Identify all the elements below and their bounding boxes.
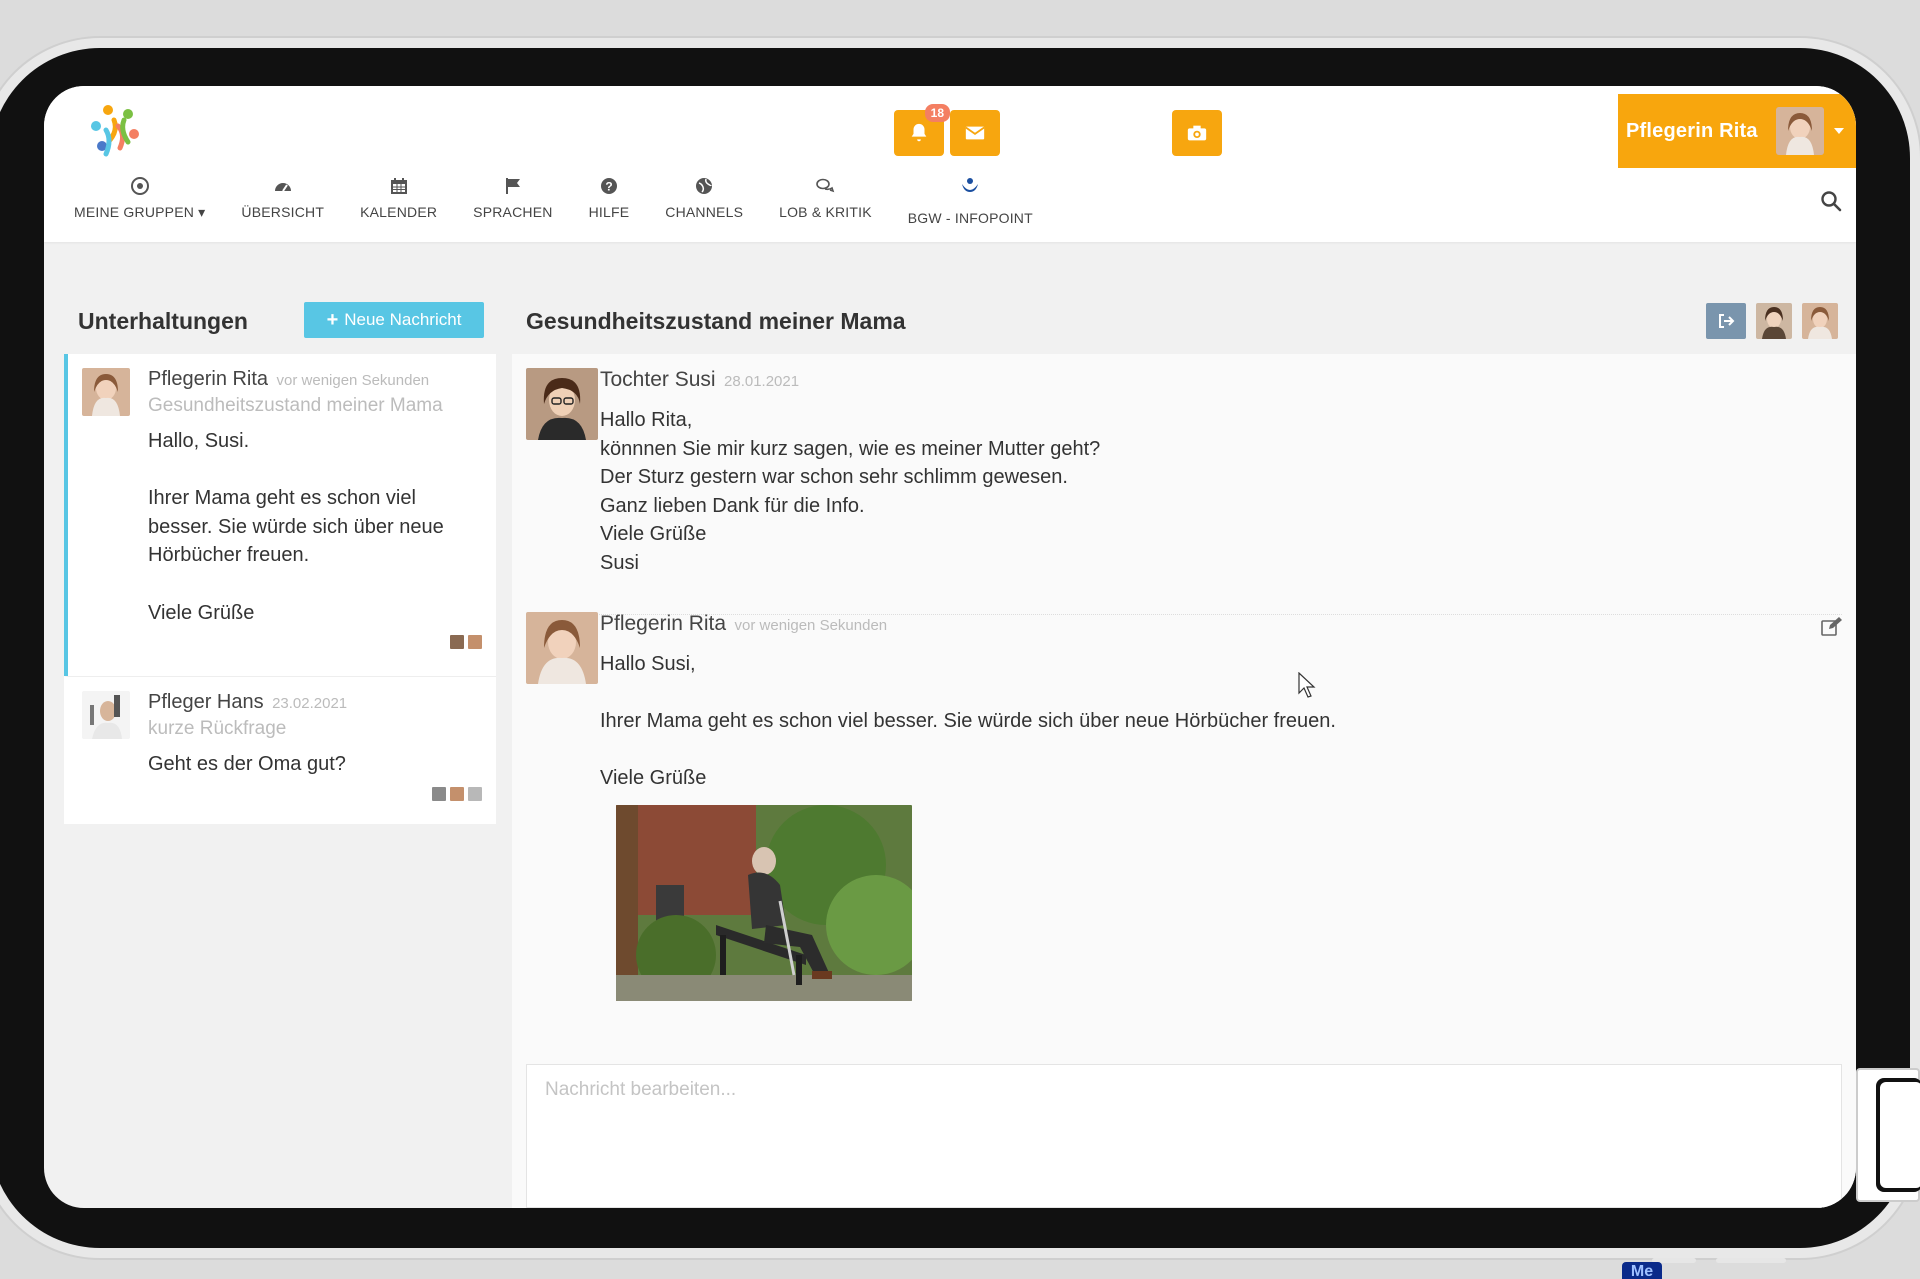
- target-icon: [130, 177, 149, 195]
- message-author: Pflegerin Rita: [600, 612, 727, 635]
- participant-avatar[interactable]: [1802, 303, 1838, 339]
- conversation-time: vor wenigen Sekunden: [276, 372, 430, 389]
- avatar: [82, 691, 130, 739]
- message-author: Tochter Susi: [600, 368, 716, 391]
- conversation-preview: Geht es der Oma gut?: [148, 753, 346, 775]
- leave-conversation-button[interactable]: [1706, 303, 1746, 339]
- sign-out-icon: [1719, 314, 1735, 328]
- conversation-item[interactable]: Pfleger Hans 23.02.2021 kurze Rückfrage …: [64, 676, 496, 824]
- nav-label: CHANNELS: [665, 204, 744, 220]
- question-icon: ?: [600, 178, 617, 194]
- nav-label: ÜBERSICHT: [241, 204, 325, 220]
- conversation-item[interactable]: Pflegerin Rita vor wenigen Sekunden Gesu…: [64, 354, 496, 676]
- app-logo[interactable]: [84, 100, 146, 162]
- nav-label: MEINE GRUPPEN ▾: [74, 204, 206, 220]
- globe-icon: [696, 178, 713, 194]
- compose-box[interactable]: [526, 1064, 1842, 1208]
- conversation-preview: Hallo, Susi. Ihrer Mama geht es schon vi…: [148, 430, 444, 624]
- new-message-label: Neue Nachricht: [344, 310, 462, 329]
- chat-bubbles-icon: [816, 178, 835, 193]
- nav-item-lob-kritik[interactable]: LOB & KRITIK: [779, 176, 872, 236]
- nav-label: LOB & KRITIK: [779, 204, 872, 220]
- nav-label: BGW - INFOPOINT: [907, 210, 1033, 226]
- user-menu[interactable]: Pflegerin Rita: [1618, 94, 1856, 168]
- avatar: [526, 612, 598, 684]
- participant-avatar: [468, 786, 482, 801]
- nav-item-bgw-infopoint[interactable]: BGW - INFOPOINT: [908, 176, 1033, 236]
- message-body: Hallo Rita, könnnen Sie mir kurz sagen, …: [600, 409, 1101, 574]
- message: Tochter Susi 28.01.2021 Hallo Rita, könn…: [512, 368, 1856, 578]
- screen-preview-thumbnail[interactable]: [1856, 1068, 1920, 1202]
- chat-panel: Gesundheitszustand meiner Mama Tochter S…: [512, 288, 1856, 1208]
- participant-avatar: [450, 635, 464, 650]
- nav-item-sprachen[interactable]: SPRACHEN: [473, 176, 552, 236]
- message: Pflegerin Rita vor wenigen Sekunden Hall…: [512, 612, 1856, 793]
- conversation-time: 23.02.2021: [272, 695, 348, 712]
- message-time: vor wenigen Sekunden: [734, 617, 888, 634]
- envelope-icon: [965, 126, 985, 140]
- nav-item-kalender[interactable]: KALENDER: [360, 176, 437, 236]
- conversations-title: Unterhaltungen: [78, 307, 248, 334]
- plus-icon: +: [326, 308, 339, 331]
- participant-avatar: [432, 786, 446, 801]
- top-header: 18 Pflegerin Rita MEINE GRUPPEN ▾ ÜBERSI…: [44, 86, 1856, 242]
- conversation-author: Pfleger Hans: [148, 691, 264, 713]
- nav-item-meine-gruppen[interactable]: MEINE GRUPPEN ▾: [74, 176, 205, 236]
- messages-button[interactable]: [950, 110, 1000, 156]
- nav-item-channels[interactable]: CHANNELS: [665, 176, 743, 236]
- message-body: Hallo Susi, Ihrer Mama geht es schon vie…: [600, 653, 1336, 790]
- participants: [148, 635, 482, 650]
- user-avatar: [1776, 107, 1824, 155]
- new-message-button[interactable]: + Neue Nachricht: [304, 302, 484, 338]
- message-time: 28.01.2021: [724, 373, 800, 390]
- mouse-cursor-icon: [1298, 672, 1316, 698]
- app-screen: 18 Pflegerin Rita MEINE GRUPPEN ▾ ÜBERSI…: [44, 86, 1856, 1208]
- chat-header: Gesundheitszustand meiner Mama: [512, 288, 1856, 354]
- message-image-attachment[interactable]: [616, 805, 912, 1001]
- avatar: [82, 368, 130, 416]
- search-icon[interactable]: [1820, 190, 1842, 212]
- user-name: Pflegerin Rita: [1626, 119, 1758, 142]
- camera-icon: [1187, 125, 1207, 141]
- participants: [148, 786, 482, 801]
- nav-label: HILFE: [588, 204, 630, 220]
- participant-avatar: [468, 635, 482, 650]
- conversations-panel: Unterhaltungen + Neue Nachricht Pflegeri…: [64, 288, 496, 1208]
- conversations-header: Unterhaltungen + Neue Nachricht: [64, 288, 496, 354]
- notification-badge: 18: [924, 104, 950, 122]
- chevron-down-icon: [1834, 128, 1844, 134]
- svg-text:?: ?: [605, 180, 612, 194]
- nav-label: KALENDER: [360, 204, 438, 220]
- taskbar-app-icon[interactable]: Me: [1622, 1262, 1662, 1279]
- notifications-button[interactable]: 18: [894, 104, 950, 156]
- bgw-logo-icon: [962, 178, 979, 192]
- conversation-list: Pflegerin Rita vor wenigen Sekunden Gesu…: [64, 354, 496, 824]
- calendar-icon: [390, 178, 407, 194]
- nav-label: SPRACHEN: [473, 204, 553, 220]
- conversation-author: Pflegerin Rita: [148, 368, 269, 390]
- conversation-subject: Gesundheitszustand meiner Mama: [148, 395, 443, 416]
- participant-avatar[interactable]: [1756, 303, 1792, 339]
- flag-icon: [505, 178, 520, 194]
- nav-item-uebersicht[interactable]: ÜBERSICHT: [241, 176, 324, 236]
- dashboard-icon: [274, 183, 291, 192]
- edit-icon[interactable]: [1820, 616, 1842, 638]
- compose-input[interactable]: [527, 1065, 1841, 1207]
- main-nav: MEINE GRUPPEN ▾ ÜBERSICHT KALENDER SPRAC…: [74, 176, 1069, 236]
- avatar: [526, 368, 598, 440]
- camera-button[interactable]: [1172, 110, 1222, 156]
- conversation-subject: kurze Rückfrage: [148, 718, 287, 739]
- home-indicator: [1716, 1258, 1786, 1263]
- bell-icon: [911, 123, 927, 142]
- participant-avatar: [450, 786, 464, 801]
- nav-item-hilfe[interactable]: ? HILFE: [589, 176, 630, 236]
- chat-title: Gesundheitszustand meiner Mama: [526, 307, 906, 334]
